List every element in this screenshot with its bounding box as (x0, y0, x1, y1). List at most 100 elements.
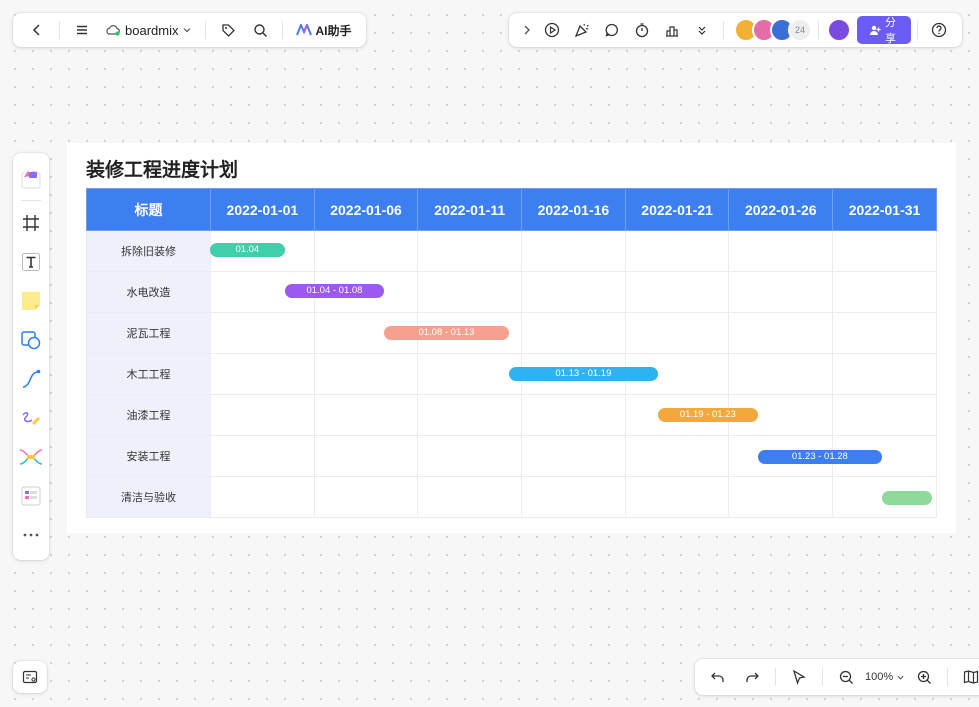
task-bar[interactable] (882, 490, 932, 505)
shape-tool[interactable] (13, 320, 49, 359)
task-name-cell[interactable]: 油漆工程 (86, 394, 211, 436)
menu-button[interactable] (69, 16, 95, 44)
more-tools-button[interactable] (687, 16, 717, 44)
timeline-cell[interactable] (832, 353, 937, 395)
task-name-cell[interactable]: 泥瓦工程 (86, 312, 211, 354)
timeline-cell[interactable] (210, 476, 315, 518)
zoom-in-button[interactable] (907, 662, 941, 692)
timeline-cell[interactable] (521, 394, 626, 436)
task-bar[interactable]: 01.23 - 01.28 (757, 449, 883, 464)
task-name-cell[interactable]: 清洁与验收 (86, 476, 211, 518)
celebrate-button[interactable] (567, 16, 597, 44)
timeline-cell[interactable] (313, 435, 419, 477)
timeline-cell[interactable] (832, 230, 937, 272)
task-bar[interactable]: 01.19 - 01.23 (658, 408, 758, 423)
timeline-cell[interactable] (210, 435, 315, 477)
zoom-level-select[interactable]: 100% (863, 662, 907, 692)
timeline-cell[interactable] (624, 312, 730, 354)
timeline-cell[interactable] (624, 271, 730, 313)
timeline-cell[interactable] (313, 230, 419, 272)
gantt-board[interactable]: 装修工程进度计划 标题 2022-01-01 2022-01-06 2022-0… (67, 143, 956, 533)
collaborator-avatars[interactable]: 24 (734, 18, 812, 42)
zoom-in-icon (917, 670, 932, 685)
search-icon (253, 23, 268, 38)
table-row: 清洁与验收 (86, 476, 937, 518)
timeline-cell[interactable] (832, 312, 937, 354)
collapse-button[interactable] (517, 16, 537, 44)
task-name-cell[interactable]: 拆除旧装修 (86, 230, 211, 272)
mind-map-tool[interactable] (13, 437, 49, 476)
timeline-cell[interactable] (417, 230, 523, 272)
timeline-cell[interactable] (417, 394, 523, 436)
timeline-cell[interactable] (521, 476, 626, 518)
redo-button[interactable] (735, 662, 769, 692)
ai-assistant-button[interactable]: AI助手 (292, 16, 355, 44)
tag-button[interactable] (215, 16, 241, 44)
timeline-cell[interactable] (210, 353, 315, 395)
timeline-cell[interactable] (728, 271, 834, 313)
search-button[interactable] (247, 16, 273, 44)
timeline-cell[interactable] (832, 271, 937, 313)
template-tool[interactable] (13, 159, 49, 198)
timeline-cell[interactable] (728, 230, 834, 272)
timeline-cell[interactable] (521, 271, 626, 313)
task-bar[interactable]: 01.04 (210, 243, 285, 257)
header-date-cell: 2022-01-06 (313, 188, 419, 231)
timeline-cell[interactable] (521, 230, 626, 272)
timeline-cell[interactable] (521, 435, 626, 477)
more-tools-left-button[interactable] (13, 515, 49, 554)
timeline-cell[interactable] (728, 312, 834, 354)
timeline-cell[interactable] (313, 476, 419, 518)
task-bar[interactable]: 01.08 - 01.13 (384, 325, 509, 340)
timeline-cell[interactable] (210, 394, 315, 436)
timeline-cell[interactable] (832, 394, 937, 436)
timeline-cell[interactable] (417, 435, 523, 477)
text-tool[interactable] (13, 242, 49, 281)
pen-tool[interactable] (13, 398, 49, 437)
top-right-toolbar: 24 分享 (509, 13, 962, 47)
timeline-cell[interactable] (313, 353, 419, 395)
task-bar[interactable]: 01.13 - 01.19 (508, 366, 659, 381)
sticky-note-tool[interactable] (13, 281, 49, 320)
timeline-cell[interactable] (624, 230, 730, 272)
frame-tool[interactable] (13, 203, 49, 242)
vote-button[interactable] (657, 16, 687, 44)
task-name-cell[interactable]: 木工工程 (86, 353, 211, 395)
select-tool-button[interactable] (782, 662, 816, 692)
timeline-cell[interactable] (313, 394, 419, 436)
share-button[interactable]: 分享 (857, 16, 911, 45)
timeline-cell[interactable] (728, 476, 834, 518)
current-user-avatar[interactable] (827, 18, 851, 42)
chevron-right-icon (522, 24, 532, 36)
ai-assistant-label: AI助手 (315, 23, 352, 38)
timeline-cell[interactable] (210, 312, 315, 354)
undo-button[interactable] (701, 662, 735, 692)
timeline-cell[interactable] (417, 271, 523, 313)
share-label: 分享 (885, 17, 896, 45)
divider (822, 668, 823, 686)
connector-tool[interactable] (13, 359, 49, 398)
table-tool[interactable] (13, 476, 49, 515)
timer-button[interactable] (627, 16, 657, 44)
cloud-icon (105, 24, 121, 36)
map-view-button[interactable] (954, 662, 979, 692)
present-button[interactable] (537, 16, 567, 44)
minimap-button[interactable] (13, 661, 47, 693)
timeline-cell[interactable] (417, 353, 523, 395)
zoom-out-button[interactable] (829, 662, 863, 692)
timeline-cell[interactable] (417, 476, 523, 518)
task-bar[interactable]: 01.04 - 01.08 (284, 284, 385, 299)
back-button[interactable] (24, 16, 50, 44)
task-name-cell[interactable]: 安装工程 (86, 435, 211, 477)
help-button[interactable] (924, 16, 954, 44)
bottom-right-controls: 100% (695, 659, 979, 695)
timeline-cell[interactable] (624, 476, 730, 518)
timeline-cell[interactable] (728, 353, 834, 395)
timeline-cell[interactable] (624, 435, 730, 477)
table-row: 水电改造 (86, 271, 937, 313)
comment-button[interactable] (597, 16, 627, 44)
task-name-cell[interactable]: 水电改造 (86, 271, 211, 313)
brand-menu[interactable]: boardmix (101, 16, 196, 44)
timeline-cell[interactable] (521, 312, 626, 354)
gantt-table[interactable]: 标题 2022-01-01 2022-01-06 2022-01-11 2022… (86, 188, 937, 518)
